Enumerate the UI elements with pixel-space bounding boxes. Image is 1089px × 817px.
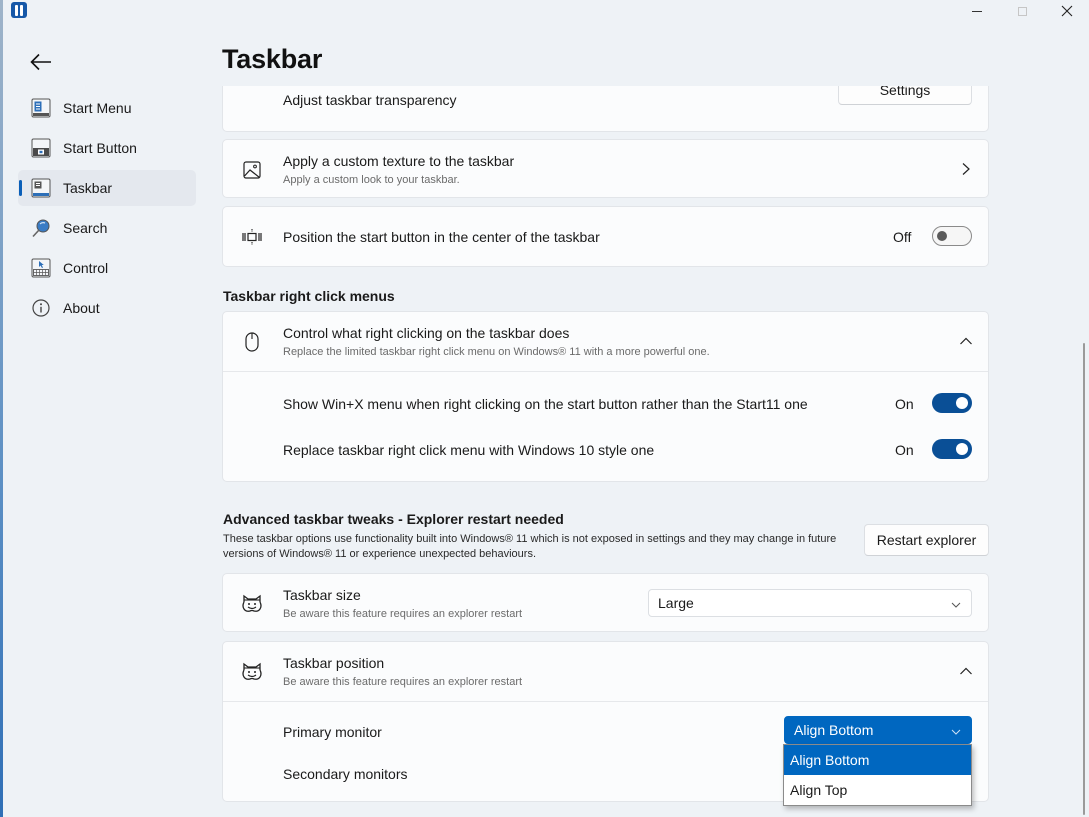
center-start-card: Position the start button in the center … bbox=[222, 206, 989, 267]
right-click-heading: Taskbar right click menus bbox=[223, 288, 395, 304]
win10-menu-option-label: Replace taskbar right click menu with Wi… bbox=[283, 442, 655, 458]
chevron-down-icon bbox=[951, 722, 961, 738]
advanced-heading: Advanced taskbar tweaks - Explorer resta… bbox=[223, 511, 564, 527]
start-button-icon bbox=[31, 138, 51, 158]
info-icon bbox=[31, 298, 51, 318]
center-start-title: Position the start button in the center … bbox=[283, 229, 600, 245]
close-icon bbox=[1061, 5, 1073, 17]
sidebar-nav: Start Menu Start Button Taskbar Search C… bbox=[18, 90, 196, 330]
primary-monitor-value: Align Bottom bbox=[794, 722, 874, 738]
chevron-up-icon[interactable] bbox=[958, 663, 974, 679]
chevron-right-icon bbox=[958, 161, 974, 177]
sidebar-item-label: Start Menu bbox=[63, 100, 132, 116]
divider bbox=[223, 371, 988, 372]
right-click-subtitle: Replace the limited taskbar right click … bbox=[283, 346, 710, 358]
taskbar-position-subtitle: Be aware this feature requires an explor… bbox=[283, 676, 523, 688]
minimize-icon bbox=[972, 10, 982, 12]
texture-subtitle: Apply a custom look to your taskbar. bbox=[283, 174, 460, 186]
desktop-edge bbox=[0, 0, 3, 817]
sidebar-item-label: About bbox=[63, 300, 100, 316]
close-button[interactable] bbox=[1044, 0, 1089, 22]
sidebar-item-start-menu[interactable]: Start Menu bbox=[18, 90, 196, 126]
center-align-icon bbox=[241, 226, 263, 248]
maximize-icon bbox=[1017, 6, 1027, 16]
taskbar-position-header[interactable]: Taskbar position Be aware this feature r… bbox=[223, 642, 988, 701]
right-click-title: Control what right clicking on the taskb… bbox=[283, 325, 570, 341]
divider bbox=[223, 701, 988, 702]
taskbar-size-card: Taskbar size Be aware this feature requi… bbox=[222, 573, 989, 632]
sidebar-item-about[interactable]: About bbox=[18, 290, 196, 326]
search-icon bbox=[31, 218, 51, 238]
sidebar-item-start-button[interactable]: Start Button bbox=[18, 130, 196, 166]
taskbar-position-title: Taskbar position bbox=[283, 655, 385, 671]
minimize-button[interactable] bbox=[954, 0, 1000, 22]
center-start-toggle[interactable] bbox=[932, 226, 972, 246]
advanced-description: These taskbar options use functionality … bbox=[223, 533, 837, 560]
sidebar-item-label: Start Button bbox=[63, 140, 137, 156]
primary-monitor-label: Primary monitor bbox=[283, 724, 382, 740]
sidebar-item-label: Control bbox=[63, 260, 109, 276]
sidebar-item-taskbar[interactable]: Taskbar bbox=[18, 170, 196, 206]
transparency-title: Adjust taskbar transparency bbox=[283, 92, 457, 108]
chevron-up-icon[interactable] bbox=[958, 333, 974, 349]
transparency-settings-button[interactable]: Settings bbox=[838, 86, 972, 105]
sidebar-item-search[interactable]: Search bbox=[18, 210, 196, 246]
center-start-state: Off bbox=[893, 229, 912, 245]
transparency-card: Adjust taskbar transparency Settings bbox=[222, 86, 989, 132]
cat-icon bbox=[241, 593, 263, 615]
texture-card[interactable]: Apply a custom texture to the taskbar Ap… bbox=[222, 139, 989, 198]
winx-option-label: Show Win+X menu when right clicking on t… bbox=[283, 396, 808, 412]
texture-title: Apply a custom texture to the taskbar bbox=[283, 153, 515, 169]
sidebar-item-control[interactable]: Control bbox=[18, 250, 196, 286]
taskbar-icon bbox=[31, 178, 51, 198]
taskbar-size-subtitle: Be aware this feature requires an explor… bbox=[283, 608, 523, 620]
winx-option-toggle[interactable] bbox=[932, 393, 972, 413]
taskbar-size-value: Large bbox=[658, 595, 694, 611]
control-icon bbox=[31, 258, 51, 278]
win10-menu-option-state: On bbox=[895, 442, 914, 458]
sidebar-item-label: Search bbox=[63, 220, 108, 236]
chevron-down-icon bbox=[951, 595, 961, 611]
secondary-monitors-label: Secondary monitors bbox=[283, 766, 408, 782]
winx-option-state: On bbox=[895, 396, 914, 412]
taskbar-size-select[interactable]: Large bbox=[648, 589, 972, 617]
primary-monitor-select[interactable]: Align Bottom bbox=[784, 716, 972, 744]
dropdown-option-align-bottom[interactable]: Align Bottom bbox=[784, 745, 971, 775]
sidebar-item-label: Taskbar bbox=[63, 180, 113, 196]
right-click-card-header[interactable]: Control what right clicking on the taskb… bbox=[223, 312, 988, 371]
restart-explorer-button[interactable]: Restart explorer bbox=[864, 524, 989, 556]
cat-icon bbox=[241, 661, 263, 683]
win10-menu-option-toggle[interactable] bbox=[932, 439, 972, 459]
dropdown-option-align-top[interactable]: Align Top bbox=[784, 775, 971, 805]
taskbar-size-title: Taskbar size bbox=[283, 587, 361, 603]
start-menu-icon bbox=[31, 98, 51, 118]
mouse-icon bbox=[241, 331, 263, 353]
vertical-scrollbar[interactable] bbox=[1083, 343, 1085, 815]
settings-content: Adjust taskbar transparency Settings App… bbox=[222, 86, 989, 817]
page-title: Taskbar bbox=[222, 44, 323, 74]
back-arrow-icon bbox=[30, 53, 51, 71]
maximize-button[interactable] bbox=[999, 0, 1045, 22]
image-icon bbox=[241, 159, 263, 181]
back-button[interactable] bbox=[28, 50, 54, 74]
app-logo-icon bbox=[11, 2, 27, 18]
right-click-card: Control what right clicking on the taskb… bbox=[222, 311, 989, 482]
primary-monitor-dropdown-list: Align Bottom Align Top bbox=[783, 744, 972, 806]
